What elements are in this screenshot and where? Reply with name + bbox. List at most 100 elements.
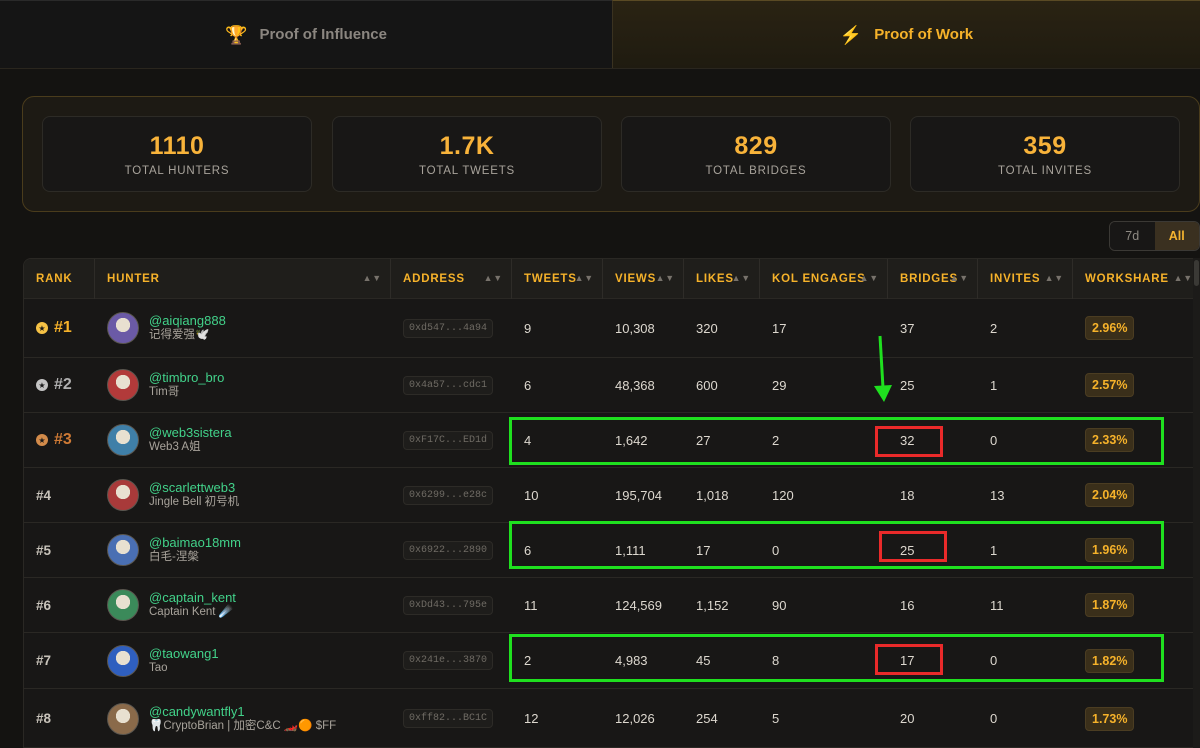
tweets-value: 12: [524, 711, 539, 726]
tab-bar: 🏆 Proof of Influence ⚡ Proof of Work: [0, 0, 1200, 69]
rank-label: #3: [54, 431, 72, 448]
avatar[interactable]: [107, 702, 139, 735]
address-chip[interactable]: 0x241e...3870: [403, 651, 494, 670]
column-header-kol-engages[interactable]: KOL ENGAGES ▲▼: [760, 259, 888, 299]
table-row[interactable]: ★ #1 @aiqiang888 记得爱强🕊️ 0xd547...4a94 9 10,308…: [24, 299, 1199, 358]
sort-icon: ▲▼: [483, 273, 503, 283]
column-header-workshare[interactable]: WORKSHARE ▲▼: [1073, 259, 1199, 299]
address-chip[interactable]: 0x6922...2890: [403, 540, 494, 560]
sort-icon: ▲▼: [731, 273, 751, 283]
table-row[interactable]: #6 @captain_kent Captain Kent ☄️ 0xDd43...7…: [24, 578, 1199, 633]
avatar[interactable]: [107, 589, 139, 621]
arrow-down-icon: [874, 335, 892, 402]
stat-label: TOTAL TWEETS: [418, 165, 516, 177]
table-row[interactable]: ★ #2 @timbro_bro Tim哥 0x4a57...cdc1 6 48,368 60…: [24, 358, 1199, 413]
bridges-value: 20: [900, 711, 915, 726]
views-value: 195,704: [615, 487, 662, 503]
highlight-box-row-5: [509, 521, 1164, 569]
trophy-icon: 🏆: [225, 24, 248, 45]
hunter-cell: @baimao18mm 白毛-涅槃: [95, 523, 391, 577]
likes-cell: 600: [684, 358, 760, 412]
hunter-handle-link[interactable]: @baimao18mm: [149, 535, 241, 550]
avatar[interactable]: [107, 644, 139, 677]
hunter-cell: @timbro_bro Tim哥: [95, 358, 391, 412]
period-7d-button[interactable]: 7d: [1110, 222, 1155, 250]
bridges-value: 18: [900, 487, 915, 503]
hunter-handle-link[interactable]: @scarlettweb3: [149, 480, 239, 495]
views-cell: 124,569: [603, 578, 684, 632]
tab-proof-of-work[interactable]: ⚡ Proof of Work: [612, 0, 1200, 68]
table-row[interactable]: #4 @scarlettweb3 Jingle Bell 初号机 0x6299...e…: [24, 468, 1199, 523]
rank-label: #6: [36, 597, 52, 613]
avatar[interactable]: [107, 424, 139, 456]
hunter-cell: @captain_kent Captain Kent ☄️: [95, 578, 391, 632]
kol-engages-value: 120: [772, 487, 794, 503]
sort-icon: ▲▼: [574, 273, 594, 283]
hunter-handle-link[interactable]: @captain_kent: [149, 590, 236, 605]
scrollbar[interactable]: [1193, 258, 1200, 748]
tab-label: Proof of Influence: [259, 26, 387, 43]
column-header-invites[interactable]: INVITES ▲▼: [978, 259, 1073, 299]
rank-label: #1: [54, 319, 72, 336]
tab-proof-of-influence[interactable]: 🏆 Proof of Influence: [0, 0, 612, 68]
likes-cell: 254: [684, 689, 760, 747]
invites-value: 1: [990, 377, 998, 393]
avatar[interactable]: [107, 312, 139, 344]
address-chip[interactable]: 0x4a57...cdc1: [403, 375, 494, 395]
avatar[interactable]: [107, 369, 139, 401]
hunter-handle-link[interactable]: @timbro_bro: [149, 370, 224, 385]
column-header-rank[interactable]: RANK: [24, 259, 95, 299]
highlight-box-row-7: [509, 634, 1164, 682]
rank-label: #2: [54, 376, 72, 393]
stat-label: TOTAL BRIDGES: [705, 165, 807, 177]
address-cell: 0xF17C...ED1d: [391, 413, 512, 467]
stat-value: 1110: [149, 132, 205, 160]
tab-label: Proof of Work: [874, 26, 974, 43]
workshare-cell: 2.96%: [1073, 299, 1199, 357]
bridges-cell: 18: [888, 468, 978, 522]
workshare-badge: 2.57%: [1085, 373, 1135, 397]
rank-label: #8: [36, 711, 52, 726]
sort-icon: ▲▼: [859, 273, 879, 283]
hunter-handle-link[interactable]: @candywantfly1: [149, 704, 336, 719]
tweets-cell: 10: [512, 468, 603, 522]
hunter-handle-link[interactable]: @aiqiang888: [149, 313, 226, 328]
address-cell: 0x6922...2890: [391, 523, 512, 577]
scrollbar-thumb[interactable]: [1194, 260, 1199, 286]
sort-icon: ▲▼: [1173, 273, 1193, 283]
avatar[interactable]: [107, 534, 139, 566]
hunter-handle-link[interactable]: @taowang1: [149, 646, 219, 661]
column-header-views[interactable]: VIEWS ▲▼: [603, 259, 684, 299]
stat-card-bridges: 829 TOTAL BRIDGES: [621, 116, 891, 192]
rank-cell: ★ #3: [24, 413, 95, 467]
address-chip[interactable]: 0xDd43...795e: [403, 595, 494, 615]
period-all-button[interactable]: All: [1154, 222, 1199, 250]
address-cell: 0xff82...BC1C: [391, 689, 512, 747]
bridges-cell: 37: [888, 299, 978, 357]
tweets-value: 11: [524, 597, 538, 613]
kol-engages-value: 17: [772, 320, 787, 336]
column-header-bridges[interactable]: BRIDGES ▲▼: [888, 259, 978, 299]
hunter-handle-link[interactable]: @web3sistera: [149, 425, 232, 440]
hunter-info: @scarlettweb3 Jingle Bell 初号机: [149, 480, 239, 510]
hunter-cell: @scarlettweb3 Jingle Bell 初号机: [95, 468, 391, 522]
table-row[interactable]: #8 @candywantfly1 🦷CryptoBrian | 加密C&C 🏎️🟠…: [24, 689, 1199, 747]
invites-value: 11: [990, 597, 1004, 613]
rank-cell: #5: [24, 523, 95, 577]
stat-card-tweets: 1.7K TOTAL TWEETS: [332, 116, 602, 192]
views-cell: 12,026: [603, 689, 684, 747]
tweets-cell: 11: [512, 578, 603, 632]
column-header-likes[interactable]: LIKES ▲▼: [684, 259, 760, 299]
avatar[interactable]: [107, 479, 139, 511]
medal-icon: ★: [36, 434, 48, 446]
address-chip[interactable]: 0xd547...4a94: [403, 318, 494, 338]
column-header-tweets[interactable]: TWEETS ▲▼: [512, 259, 603, 299]
address-chip[interactable]: 0xF17C...ED1d: [403, 430, 494, 450]
address-chip[interactable]: 0x6299...e28c: [403, 485, 494, 505]
hunter-info: @baimao18mm 白毛-涅槃: [149, 535, 241, 565]
address-chip[interactable]: 0xff82...BC1C: [403, 709, 494, 728]
column-header-address[interactable]: ADDRESS ▲▼: [391, 259, 512, 299]
kol-engages-value: 29: [772, 377, 787, 393]
column-header-hunter[interactable]: HUNTER ▲▼: [95, 259, 391, 299]
address-cell: 0x4a57...cdc1: [391, 358, 512, 412]
